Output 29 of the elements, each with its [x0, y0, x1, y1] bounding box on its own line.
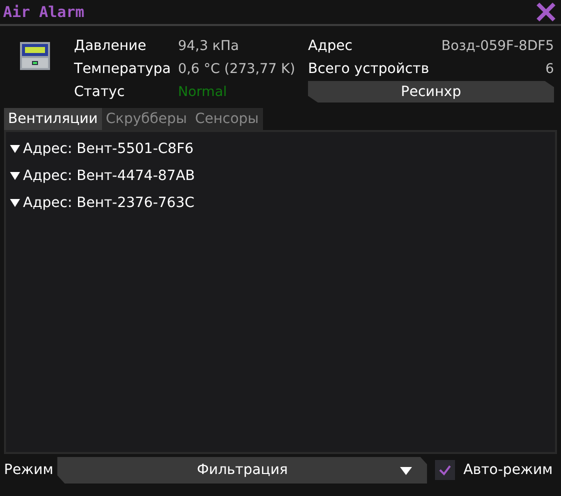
status-value: Normal — [178, 84, 228, 100]
tab[interactable]: Вентиляции — [4, 108, 102, 130]
expand-triangle-icon[interactable] — [9, 144, 21, 154]
status-label: Статус — [74, 84, 126, 100]
auto-mode-checkbox[interactable] — [435, 460, 456, 480]
checkmark-icon — [438, 464, 452, 476]
device-address[interactable]: Адрес: Вент-5501-C8F6 — [23, 140, 194, 156]
device-address[interactable]: Адрес: Вент-4474-87AB — [23, 168, 195, 184]
device-address[interactable]: Адрес: Вент-2376-763C — [23, 194, 194, 210]
mode-dropdown[interactable]: Фильтрация — [57, 456, 428, 484]
mode-label: Режим — [4, 462, 54, 478]
temperature-label: Температура — [74, 60, 172, 76]
expand-triangle-icon[interactable] — [9, 170, 21, 180]
pressure-label: Давление — [74, 38, 148, 54]
pressure-value: 94,3 кПа — [178, 38, 240, 54]
air-alarm-icon — [18, 40, 52, 72]
devices-count: 6 — [544, 60, 554, 76]
address-label: Адрес — [308, 38, 354, 54]
expand-triangle-icon[interactable] — [9, 198, 21, 208]
temperature-value: 0,6 °C (273,77 K) — [178, 60, 296, 76]
tab[interactable]: Скрубберы — [102, 108, 191, 130]
window-title: Air Alarm — [3, 3, 84, 21]
close-icon[interactable] — [535, 1, 557, 23]
tab[interactable]: Сенсоры — [190, 108, 263, 130]
devices-label: Всего устройств — [308, 60, 430, 76]
resync-button[interactable]: Ресинхр — [308, 80, 554, 102]
caret-icon — [399, 466, 414, 476]
address-value: Возд-059F-8DF5 — [440, 38, 554, 54]
auto-mode-label: Авто-режим — [463, 462, 553, 478]
